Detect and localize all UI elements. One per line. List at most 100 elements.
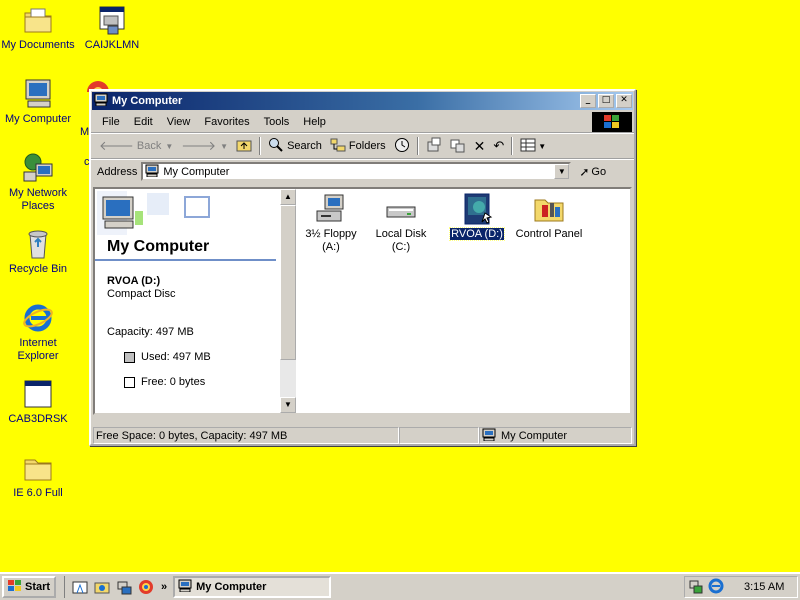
network-status-icon[interactable] <box>689 578 705 597</box>
search-button[interactable]: Search <box>264 135 326 157</box>
folders-button[interactable]: Folders <box>326 135 390 157</box>
menu-view[interactable]: View <box>160 116 198 128</box>
header-graphic-icon <box>95 189 215 237</box>
desktop-icon-my-computer[interactable]: My Computer <box>0 78 76 126</box>
undo-button[interactable]: ↶ <box>489 135 508 157</box>
desktop-icon-my-documents[interactable]: My Documents <box>0 4 76 52</box>
status-zone: My Computer <box>479 427 632 444</box>
desktop-icon-ie-full[interactable]: IE 6.0 Full <box>0 452 76 500</box>
menu-edit[interactable]: Edit <box>127 116 160 128</box>
my-computer-window[interactable]: My Computer _ □ ✕ File Edit View Favorit… <box>89 89 636 446</box>
used-text: Used: 497 MB <box>141 351 211 363</box>
cd-drive-icon <box>461 193 493 225</box>
taskbar: Start » My Computer 3:15 AM <box>0 572 800 600</box>
desktop-icon-label: CAIJKLMN <box>84 39 140 51</box>
desktop-icon-label: My Network Places <box>8 187 68 212</box>
clock[interactable]: 3:15 AM <box>744 581 784 593</box>
scroll-track[interactable] <box>280 360 296 397</box>
window-title: My Computer <box>112 95 183 107</box>
history-icon <box>394 137 410 156</box>
go-button[interactable]: ➚ Go <box>579 165 606 179</box>
item-cd-drive[interactable]: RVOA (D:) <box>444 193 510 241</box>
menu-bar: File Edit View Favorites Tools Help <box>91 111 634 133</box>
folders-label: Folders <box>348 140 386 152</box>
desktop-icon-label: CAB3DRSK <box>8 413 68 425</box>
computer-icon <box>22 78 54 110</box>
status-empty <box>399 427 479 444</box>
computer-icon <box>482 428 496 444</box>
address-dropdown-button[interactable]: ▼ <box>554 164 570 179</box>
desktop-icon-caijklmn[interactable]: CAIJKLMN <box>74 4 150 52</box>
explorer-icon[interactable] <box>94 579 110 595</box>
up-folder-icon <box>236 138 252 155</box>
desktop-icon-my-network-places[interactable]: My Network Places <box>0 152 76 213</box>
history-button[interactable] <box>390 135 414 157</box>
menu-help[interactable]: Help <box>296 116 333 128</box>
forward-arrow-icon: 🡒 <box>181 138 217 153</box>
menu-tools[interactable]: Tools <box>257 116 297 128</box>
start-label: Start <box>25 581 51 593</box>
details-pane: My Computer RVOA (D:) Compact Disc Capac… <box>95 189 280 413</box>
network-icon <box>22 152 54 184</box>
application-window-icon <box>22 378 54 410</box>
taskbar-button-label: My Computer <box>196 581 267 593</box>
floppy-drive-icon <box>315 193 347 225</box>
desktop-icon-label: IE 6.0 Full <box>13 487 63 499</box>
address-bar: Address My Computer ▼ ➚ Go <box>91 159 634 183</box>
item-local-disk[interactable]: Local Disk (C:) <box>368 193 434 254</box>
close-button[interactable]: ✕ <box>616 94 632 108</box>
network-settings-icon[interactable] <box>116 579 132 595</box>
folder-documents-icon <box>22 4 54 36</box>
computer-icon <box>145 164 159 180</box>
desktop-icon-internet-explorer[interactable]: Internet Explorer <box>0 302 76 363</box>
move-to-button[interactable] <box>422 135 446 157</box>
show-desktop-icon[interactable] <box>72 579 88 595</box>
recycle-bin-icon <box>22 228 54 260</box>
views-icon <box>520 138 536 155</box>
scroll-up-button[interactable]: ▲ <box>280 189 296 205</box>
internet-explorer-icon[interactable] <box>708 578 724 597</box>
scroll-thumb[interactable] <box>280 205 296 360</box>
drive-name: RVOA (D:) <box>107 275 161 287</box>
taskbar-button-my-computer[interactable]: My Computer <box>173 576 332 598</box>
delete-icon: ✕ <box>473 137 486 154</box>
desktop-icon-cab3drsk[interactable]: CAB3DRSK <box>0 378 76 426</box>
menu-file[interactable]: File <box>95 116 127 128</box>
computer-icon <box>94 93 108 109</box>
delete-button[interactable]: ✕ <box>470 135 490 157</box>
vertical-scrollbar[interactable]: ▲ ▼ <box>280 189 296 413</box>
copy-to-button[interactable] <box>446 135 470 157</box>
scroll-down-button[interactable]: ▼ <box>280 397 296 413</box>
computer-icon <box>178 579 192 595</box>
standard-toolbar: 🡐 Back ▼ 🡒 ▼ Search Folders ✕ ↶ ▼ <box>91 133 634 159</box>
copy-to-icon <box>450 137 466 156</box>
forward-button[interactable]: 🡒 ▼ <box>177 135 232 157</box>
menu-favorites[interactable]: Favorites <box>197 116 256 128</box>
toolbar-separator <box>416 137 419 155</box>
quick-launch-overflow[interactable]: » <box>161 581 167 593</box>
up-folder-button[interactable] <box>232 135 256 157</box>
desktop-icon-label: My Computer <box>4 113 72 125</box>
title-bar[interactable]: My Computer _ □ ✕ <box>92 92 633 110</box>
item-control-panel[interactable]: Control Panel <box>508 193 590 241</box>
folders-icon <box>330 137 346 156</box>
status-bar: Free Space: 0 bytes, Capacity: 497 MB My… <box>93 427 632 444</box>
item-floppy-drive[interactable]: 3½ Floppy (A:) <box>298 193 364 254</box>
start-button[interactable]: Start <box>2 576 56 598</box>
desktop-icon-recycle-bin[interactable]: Recycle Bin <box>0 228 76 276</box>
minimize-button[interactable]: _ <box>580 94 596 108</box>
media-player-icon[interactable] <box>138 579 154 595</box>
drive-capacity: Capacity: 497 MB <box>107 326 194 338</box>
address-input[interactable]: My Computer ▼ <box>141 162 572 181</box>
views-button[interactable]: ▼ <box>516 135 550 157</box>
go-arrow-icon: ➚ <box>579 164 590 179</box>
back-label: Back <box>136 140 162 152</box>
desktop-icon-label: Internet Explorer <box>17 337 59 362</box>
pane-title: My Computer <box>107 238 210 255</box>
item-label: Control Panel <box>515 228 583 240</box>
maximize-button[interactable]: □ <box>598 94 614 108</box>
content-area: My Computer RVOA (D:) Compact Disc Capac… <box>93 187 632 415</box>
desktop-icon-label: My Documents <box>1 39 75 51</box>
back-button[interactable]: 🡐 Back ▼ <box>95 135 177 157</box>
drive-details: RVOA (D:) Compact Disc Capacity: 497 MB … <box>95 261 280 389</box>
